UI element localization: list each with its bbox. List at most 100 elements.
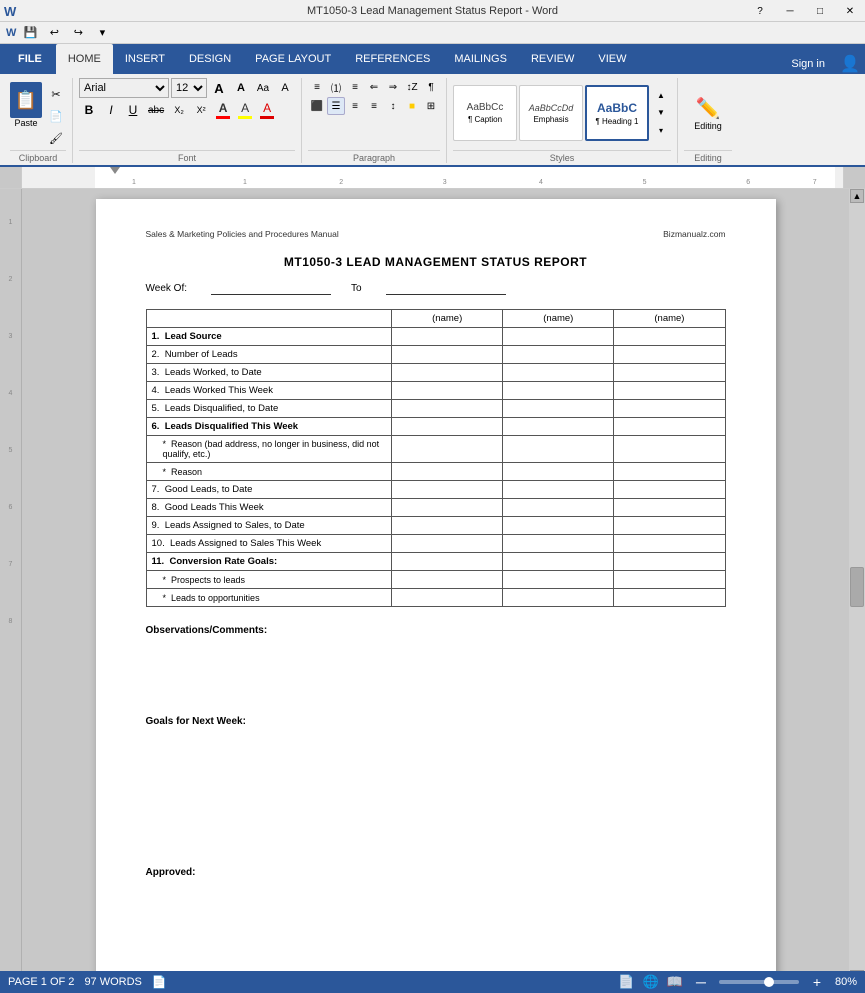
- row-col3[interactable]: [614, 346, 725, 364]
- row-col1[interactable]: [392, 535, 503, 553]
- copy-button[interactable]: 📄: [46, 106, 66, 126]
- sub-row-col1[interactable]: [392, 436, 503, 463]
- zoom-slider[interactable]: [719, 980, 799, 984]
- show-marks-button[interactable]: ¶: [422, 78, 440, 96]
- justify-button[interactable]: ≡: [365, 97, 383, 115]
- font-size-select[interactable]: 12: [171, 78, 207, 98]
- row-col3[interactable]: [614, 499, 725, 517]
- row-col3[interactable]: [614, 364, 725, 382]
- style-emphasis[interactable]: AaBbCcDd Emphasis: [519, 85, 583, 141]
- tab-design[interactable]: DESIGN: [177, 44, 243, 74]
- sub-row-col1[interactable]: [392, 463, 503, 481]
- change-case-button[interactable]: Aa: [253, 78, 273, 98]
- zoom-out-button[interactable]: ─: [691, 972, 711, 992]
- row-col2[interactable]: [503, 499, 614, 517]
- bullets-button[interactable]: ≡: [308, 78, 326, 96]
- row-col2[interactable]: [503, 553, 614, 571]
- tab-home[interactable]: HOME: [56, 44, 113, 74]
- italic-button[interactable]: I: [101, 100, 121, 120]
- bold-button[interactable]: B: [79, 100, 99, 120]
- sub-row-col3[interactable]: [614, 589, 725, 607]
- row-col1[interactable]: [392, 346, 503, 364]
- row-col1[interactable]: [392, 328, 503, 346]
- document-scroll-area[interactable]: Sales & Marketing Policies and Procedure…: [22, 189, 849, 984]
- row-col1[interactable]: [392, 400, 503, 418]
- line-spacing-button[interactable]: ↕: [384, 97, 402, 115]
- sub-row-col3[interactable]: [614, 436, 725, 463]
- row-col3[interactable]: [614, 382, 725, 400]
- styles-scroll-up[interactable]: ▲: [651, 87, 671, 104]
- text-color-button[interactable]: A: [213, 100, 233, 120]
- tab-page-layout[interactable]: PAGE LAYOUT: [243, 44, 343, 74]
- week-of-field[interactable]: [211, 283, 331, 295]
- cut-button[interactable]: ✂: [46, 84, 66, 104]
- undo-button[interactable]: ↩: [44, 23, 64, 43]
- row-col3[interactable]: [614, 418, 725, 436]
- style-heading1[interactable]: AaBbC ¶ Heading 1: [585, 85, 649, 141]
- row-col3[interactable]: [614, 400, 725, 418]
- paste-button[interactable]: 📋 Paste: [10, 82, 42, 128]
- row-col1[interactable]: [392, 499, 503, 517]
- sub-row-col2[interactable]: [503, 589, 614, 607]
- minimize-button[interactable]: ─: [775, 0, 805, 22]
- row-col1[interactable]: [392, 517, 503, 535]
- row-col3[interactable]: [614, 328, 725, 346]
- align-center-button[interactable]: ☰: [327, 97, 345, 115]
- multilevel-button[interactable]: ≡: [346, 78, 364, 96]
- tab-insert[interactable]: INSERT: [113, 44, 177, 74]
- tab-review[interactable]: REVIEW: [519, 44, 586, 74]
- row-col1[interactable]: [392, 481, 503, 499]
- numbering-button[interactable]: ⑴: [327, 78, 345, 96]
- row-col2[interactable]: [503, 382, 614, 400]
- sub-row-col3[interactable]: [614, 571, 725, 589]
- help-button[interactable]: ?: [745, 0, 775, 22]
- underline-button[interactable]: U: [123, 100, 143, 120]
- align-right-button[interactable]: ≡: [346, 97, 364, 115]
- to-field[interactable]: [386, 283, 506, 295]
- zoom-in-button[interactable]: +: [807, 972, 827, 992]
- sub-row-col1[interactable]: [392, 571, 503, 589]
- borders-button[interactable]: ⊞: [422, 97, 440, 115]
- row-col2[interactable]: [503, 535, 614, 553]
- highlight-color-button[interactable]: A: [235, 100, 255, 120]
- row-col3[interactable]: [614, 535, 725, 553]
- left-indent-marker[interactable]: [110, 167, 120, 174]
- row-col2[interactable]: [503, 481, 614, 499]
- subscript-button[interactable]: X₂: [169, 100, 189, 120]
- decrease-indent-button[interactable]: ⇐: [365, 78, 383, 96]
- row-col1[interactable]: [392, 382, 503, 400]
- right-scrollbar[interactable]: ▲ ▼: [849, 189, 865, 984]
- view-print-btn[interactable]: 📄: [618, 974, 634, 990]
- row-col2[interactable]: [503, 418, 614, 436]
- scroll-thumb[interactable]: [850, 567, 864, 607]
- sub-row-col2[interactable]: [503, 571, 614, 589]
- tab-references[interactable]: REFERENCES: [343, 44, 442, 74]
- row-col2[interactable]: [503, 328, 614, 346]
- row-col1[interactable]: [392, 553, 503, 571]
- sub-row-col2[interactable]: [503, 463, 614, 481]
- customize-quick-access-button[interactable]: ▾: [92, 23, 112, 43]
- style-caption[interactable]: AaBbCc ¶ Caption: [453, 85, 517, 141]
- shrink-font-button[interactable]: A: [231, 78, 251, 98]
- save-button[interactable]: 💾: [20, 23, 40, 43]
- sign-in-link[interactable]: Sign in: [781, 54, 835, 74]
- row-col2[interactable]: [503, 364, 614, 382]
- clear-formatting-button[interactable]: A: [275, 78, 295, 98]
- view-read-btn[interactable]: 📖: [667, 974, 683, 990]
- font-name-select[interactable]: Arial: [79, 78, 169, 98]
- sub-row-col3[interactable]: [614, 463, 725, 481]
- tab-file[interactable]: FILE: [4, 44, 56, 74]
- styles-expand[interactable]: ▾: [651, 122, 671, 139]
- increase-indent-button[interactable]: ⇒: [384, 78, 402, 96]
- shading-button[interactable]: ■: [403, 97, 421, 115]
- row-col3[interactable]: [614, 517, 725, 535]
- scroll-up-button[interactable]: ▲: [850, 189, 864, 203]
- row-col2[interactable]: [503, 400, 614, 418]
- align-left-button[interactable]: ⬛: [308, 97, 326, 115]
- superscript-button[interactable]: X²: [191, 100, 211, 120]
- format-painter-button[interactable]: 🖌: [46, 128, 66, 148]
- grow-font-button[interactable]: A: [209, 78, 229, 98]
- tab-view[interactable]: VIEW: [586, 44, 638, 74]
- row-col1[interactable]: [392, 364, 503, 382]
- text-color2-button[interactable]: A: [257, 100, 277, 120]
